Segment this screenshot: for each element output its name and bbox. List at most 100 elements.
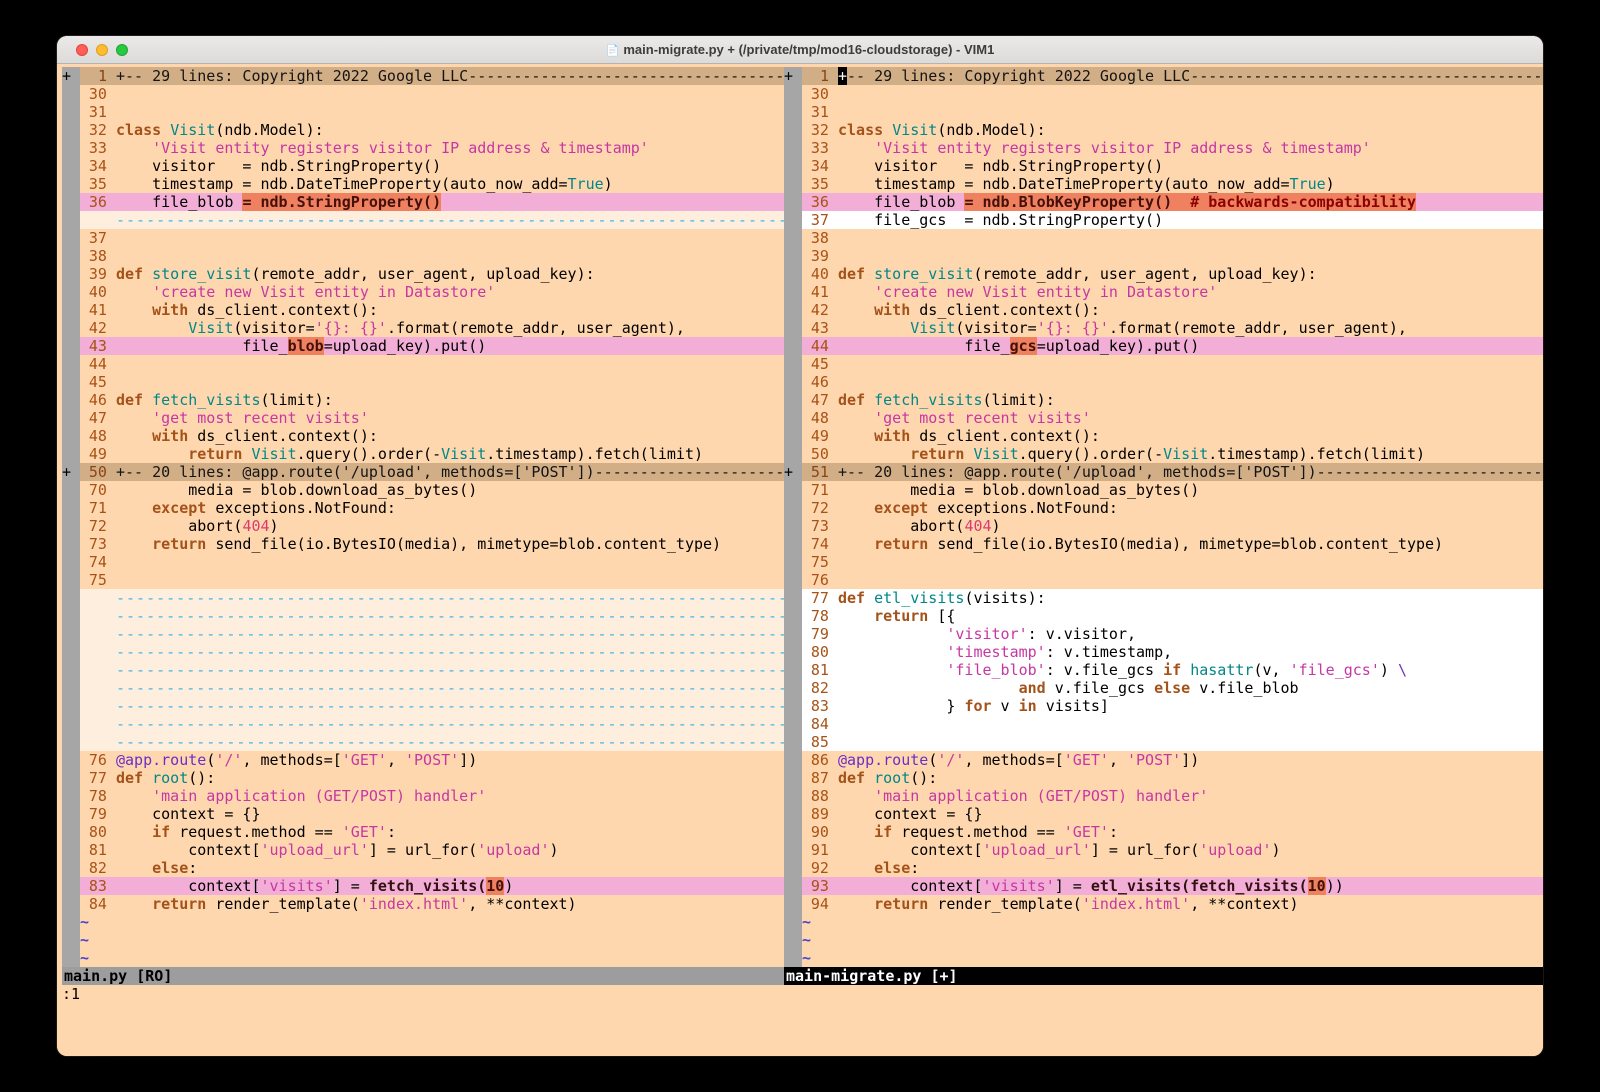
code-line-78[interactable]: 78 'main application (GET/POST) handler'	[62, 787, 784, 805]
code-line-45[interactable]: 45	[62, 373, 784, 391]
fold-marker-icon[interactable]: +	[784, 463, 802, 481]
code-line-39[interactable]: 39 def store_visit(remote_addr, user_age…	[62, 265, 784, 283]
code-line-80[interactable]: 80 if request.method == 'GET':	[62, 823, 784, 841]
code-line-47[interactable]: 47 def fetch_visits(limit):	[784, 391, 1543, 409]
code-line-tld[interactable]: ~	[62, 913, 784, 931]
code-line-81[interactable]: 81 context['upload_url'] = url_for('uplo…	[62, 841, 784, 859]
code-line-tld[interactable]: ~	[62, 931, 784, 949]
code-line-84[interactable]: 84 return render_template('index.html', …	[62, 895, 784, 913]
code-line-36[interactable]: 36 file_blob = ndb.BlobKeyProperty() # b…	[784, 193, 1543, 211]
code-line-50[interactable]: 50 return Visit.query().order(-Visit.tim…	[784, 445, 1543, 463]
fold-marker-icon[interactable]: +	[62, 463, 80, 481]
code-line-39[interactable]: 39	[784, 247, 1543, 265]
code-line-77[interactable]: 77 def etl_visits(visits):	[784, 589, 1543, 607]
code-line-34[interactable]: 34 visitor = ndb.StringProperty()	[62, 157, 784, 175]
code-line-82[interactable]: 82 else:	[62, 859, 784, 877]
code-line-71[interactable]: 71 except exceptions.NotFound:	[62, 499, 784, 517]
command-line[interactable]: :1	[62, 985, 1543, 1003]
code-line-79[interactable]: 79 'visitor': v.visitor,	[784, 625, 1543, 643]
code-line-30[interactable]: 30	[62, 85, 784, 103]
code-line-tld[interactable]: ~	[62, 949, 784, 967]
code-line-33[interactable]: 33 'Visit entity registers visitor IP ad…	[784, 139, 1543, 157]
code-line-35[interactable]: 35 timestamp = ndb.DateTimeProperty(auto…	[784, 175, 1543, 193]
code-line-83[interactable]: 83 context['visits'] = fetch_visits(10)	[62, 877, 784, 895]
code-line-31[interactable]: 31	[62, 103, 784, 121]
code-line-75[interactable]: 75	[784, 553, 1543, 571]
code-line-43[interactable]: 43 file_blob=upload_key).put()	[62, 337, 784, 355]
code-line-fill[interactable]: ----------------------------------------…	[62, 733, 784, 751]
code-line-80[interactable]: 80 'timestamp': v.timestamp,	[784, 643, 1543, 661]
fold-marker-icon[interactable]: +	[784, 67, 802, 85]
code-line-fill[interactable]: ----------------------------------------…	[62, 643, 784, 661]
code-line-82[interactable]: 82 and v.file_gcs else v.file_blob	[784, 679, 1543, 697]
code-line-42[interactable]: 42 with ds_client.context():	[784, 301, 1543, 319]
code-line-37[interactable]: 37 file_gcs = ndb.StringProperty()	[784, 211, 1543, 229]
code-line-76[interactable]: 76	[784, 571, 1543, 589]
code-line-93[interactable]: 93 context['visits'] = etl_visits(fetch_…	[784, 877, 1543, 895]
statusline-left[interactable]: main.py [RO]	[62, 967, 784, 985]
code-line-31[interactable]: 31	[784, 103, 1543, 121]
code-line-30[interactable]: 30	[784, 85, 1543, 103]
code-line-40[interactable]: 40 def store_visit(remote_addr, user_age…	[784, 265, 1543, 283]
code-line-72[interactable]: 72 except exceptions.NotFound:	[784, 499, 1543, 517]
code-line-83[interactable]: 83 } for v in visits]	[784, 697, 1543, 715]
code-line-1[interactable]: + 1 +-- 29 lines: Copyright 2022 Google …	[784, 67, 1543, 85]
zoom-button[interactable]	[116, 44, 128, 56]
code-line-46[interactable]: 46 def fetch_visits(limit):	[62, 391, 784, 409]
code-line-32[interactable]: 32 class Visit(ndb.Model):	[784, 121, 1543, 139]
code-line-fill[interactable]: ----------------------------------------…	[62, 607, 784, 625]
code-line-87[interactable]: 87 def root():	[784, 769, 1543, 787]
code-line-51[interactable]: + 51 +-- 20 lines: @app.route('/upload',…	[784, 463, 1543, 481]
code-line-74[interactable]: 74	[62, 553, 784, 571]
code-line-38[interactable]: 38	[784, 229, 1543, 247]
code-line-fill[interactable]: ----------------------------------------…	[62, 697, 784, 715]
code-line-tld[interactable]: ~	[784, 949, 1543, 967]
code-line-fill[interactable]: ----------------------------------------…	[62, 679, 784, 697]
code-line-85[interactable]: 85	[784, 733, 1543, 751]
code-line-1[interactable]: + 1 +-- 29 lines: Copyright 2022 Google …	[62, 67, 784, 85]
code-line-46[interactable]: 46	[784, 373, 1543, 391]
code-line-71[interactable]: 71 media = blob.download_as_bytes()	[784, 481, 1543, 499]
code-line-77[interactable]: 77 def root():	[62, 769, 784, 787]
fold-marker-icon[interactable]: +	[62, 67, 80, 85]
code-line-tld[interactable]: ~	[784, 913, 1543, 931]
code-line-38[interactable]: 38	[62, 247, 784, 265]
code-line-44[interactable]: 44 file_gcs=upload_key).put()	[784, 337, 1543, 355]
code-line-90[interactable]: 90 if request.method == 'GET':	[784, 823, 1543, 841]
titlebar[interactable]: 📄main-migrate.py + (/private/tmp/mod16-c…	[57, 36, 1543, 64]
close-button[interactable]	[76, 44, 88, 56]
code-line-44[interactable]: 44	[62, 355, 784, 373]
code-line-45[interactable]: 45	[784, 355, 1543, 373]
code-line-40[interactable]: 40 'create new Visit entity in Datastore…	[62, 283, 784, 301]
code-line-50[interactable]: + 50 +-- 20 lines: @app.route('/upload',…	[62, 463, 784, 481]
code-line-73[interactable]: 73 abort(404)	[784, 517, 1543, 535]
code-line-48[interactable]: 48 'get most recent visits'	[784, 409, 1543, 427]
code-line-84[interactable]: 84	[784, 715, 1543, 733]
code-line-47[interactable]: 47 'get most recent visits'	[62, 409, 784, 427]
code-line-fill[interactable]: ----------------------------------------…	[62, 625, 784, 643]
code-line-fill[interactable]: ----------------------------------------…	[62, 589, 784, 607]
code-line-37[interactable]: 37	[62, 229, 784, 247]
code-line-tld[interactable]: ~	[784, 931, 1543, 949]
code-line-86[interactable]: 86 @app.route('/', methods=['GET', 'POST…	[784, 751, 1543, 769]
code-line-41[interactable]: 41 'create new Visit entity in Datastore…	[784, 283, 1543, 301]
code-line-42[interactable]: 42 Visit(visitor='{}: {}'.format(remote_…	[62, 319, 784, 337]
code-line-92[interactable]: 92 else:	[784, 859, 1543, 877]
code-line-79[interactable]: 79 context = {}	[62, 805, 784, 823]
code-line-73[interactable]: 73 return send_file(io.BytesIO(media), m…	[62, 535, 784, 553]
code-line-88[interactable]: 88 'main application (GET/POST) handler'	[784, 787, 1543, 805]
statusline-right[interactable]: main-migrate.py [+]	[784, 967, 1543, 985]
minimize-button[interactable]	[96, 44, 108, 56]
code-line-75[interactable]: 75	[62, 571, 784, 589]
code-line-49[interactable]: 49 with ds_client.context():	[784, 427, 1543, 445]
code-line-43[interactable]: 43 Visit(visitor='{}: {}'.format(remote_…	[784, 319, 1543, 337]
code-line-fill[interactable]: ----------------------------------------…	[62, 715, 784, 733]
code-line-89[interactable]: 89 context = {}	[784, 805, 1543, 823]
code-line-36[interactable]: 36 file_blob = ndb.StringProperty()	[62, 193, 784, 211]
code-line-fill[interactable]: ----------------------------------------…	[62, 211, 784, 229]
code-line-35[interactable]: 35 timestamp = ndb.DateTimeProperty(auto…	[62, 175, 784, 193]
code-line-41[interactable]: 41 with ds_client.context():	[62, 301, 784, 319]
code-line-72[interactable]: 72 abort(404)	[62, 517, 784, 535]
code-line-34[interactable]: 34 visitor = ndb.StringProperty()	[784, 157, 1543, 175]
code-line-33[interactable]: 33 'Visit entity registers visitor IP ad…	[62, 139, 784, 157]
